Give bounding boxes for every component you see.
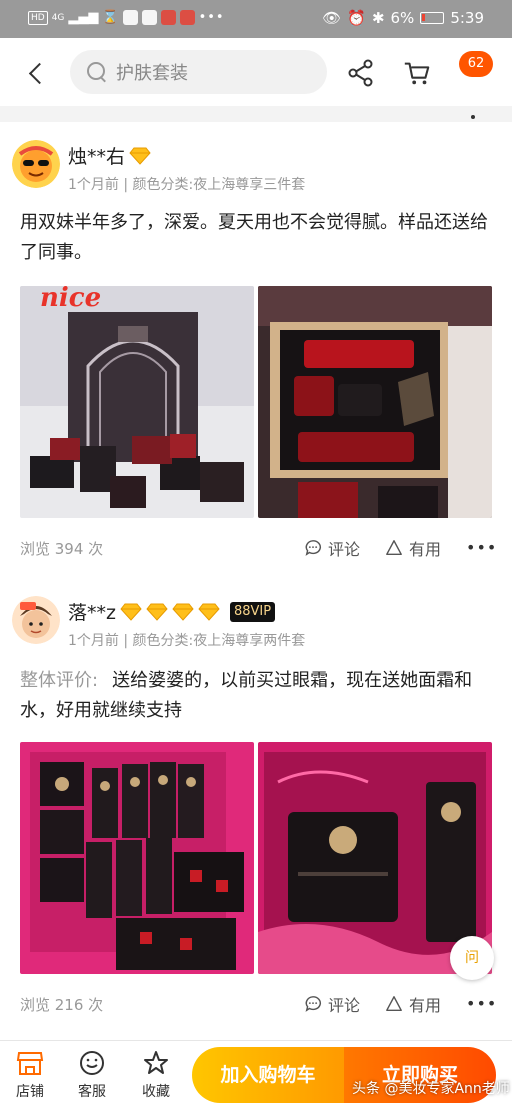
review-photo[interactable] bbox=[20, 742, 254, 974]
message-badge[interactable]: 62 bbox=[459, 51, 493, 77]
eye-icon: 👁 bbox=[322, 9, 342, 27]
signal-indicator: 4G bbox=[51, 12, 65, 23]
hd-indicator: HD bbox=[28, 10, 48, 25]
status-left: HD 4G ▂▄▆ ⌛ ••• bbox=[28, 10, 225, 25]
bluetooth-icon: ✱ bbox=[371, 9, 385, 27]
useful-icon bbox=[386, 996, 402, 1012]
status-right: 👁 ⏰ ✱ 6% 5:39 bbox=[322, 9, 484, 27]
reviewer-name-text: 落**z bbox=[68, 602, 116, 624]
comment-label: 评论 bbox=[328, 540, 361, 559]
more-dot bbox=[471, 115, 475, 119]
shop-label: 店铺 bbox=[16, 1084, 44, 1100]
view-count: 浏览 394 次 bbox=[20, 540, 104, 558]
diamond-icon bbox=[129, 147, 151, 165]
review-card: 烛**右 1个月前 | 颜色分类:夜上海尊享三件套 用双妹半年多了，深爱。夏天用… bbox=[0, 122, 512, 586]
review-photo[interactable] bbox=[258, 286, 492, 518]
review-photo[interactable]: nice bbox=[20, 286, 254, 518]
vip-badge: 88VIP bbox=[229, 601, 276, 622]
diamond-icon bbox=[120, 603, 142, 621]
ask-button[interactable]: 问 bbox=[450, 936, 494, 980]
comment-label: 评论 bbox=[328, 996, 361, 1015]
alarm-icon: ⏰ bbox=[347, 9, 366, 27]
top-navigation: 护肤套装 62 bbox=[0, 38, 512, 119]
shop-button[interactable]: 店铺 bbox=[10, 1049, 50, 1101]
battery-percent: 6% bbox=[390, 9, 415, 27]
diamond-icon bbox=[146, 603, 168, 621]
diamond-icon bbox=[198, 603, 220, 621]
shop-icon bbox=[16, 1052, 44, 1075]
overall-label: 整体评价: bbox=[20, 670, 99, 691]
avatar[interactable] bbox=[12, 140, 60, 188]
search-placeholder: 护肤套装 bbox=[116, 63, 188, 84]
more-options-icon[interactable]: ••• bbox=[466, 538, 497, 557]
useful-button[interactable]: 有用 bbox=[385, 536, 441, 560]
comment-icon bbox=[305, 996, 322, 1012]
more-notifications-icon: ••• bbox=[198, 10, 225, 25]
wechat-icon bbox=[122, 10, 138, 25]
comment-icon bbox=[305, 540, 322, 556]
favorite-label: 收藏 bbox=[142, 1084, 170, 1100]
review-photo[interactable] bbox=[258, 742, 492, 974]
comment-button[interactable]: 评论 bbox=[304, 536, 360, 560]
review-card: 落**z 88VIP 1个月前 | 颜色分类:夜上海尊享两件套 整体评价: 送给婆… bbox=[0, 578, 512, 1040]
app-icon bbox=[160, 10, 176, 25]
favorite-button[interactable]: 收藏 bbox=[136, 1049, 176, 1101]
battery-icon bbox=[420, 12, 445, 24]
huawei-icon bbox=[179, 10, 195, 25]
review-meta: 1个月前 | 颜色分类:夜上海尊享两件套 bbox=[68, 633, 306, 649]
status-bar: HD 4G ▂▄▆ ⌛ ••• 👁 ⏰ ✱ 6% 5:39 bbox=[0, 0, 512, 38]
search-icon bbox=[86, 61, 108, 83]
service-label: 客服 bbox=[78, 1084, 106, 1100]
cart-icon[interactable] bbox=[402, 58, 434, 88]
watermark: 头条 @美妆专家Ann老师 bbox=[352, 1081, 510, 1097]
signal-bars-icon: ▂▄▆ bbox=[68, 10, 99, 25]
chat-icon bbox=[141, 10, 157, 25]
star-icon bbox=[144, 1051, 168, 1074]
customer-service-icon bbox=[80, 1051, 104, 1075]
review-meta: 1个月前 | 颜色分类:夜上海尊享三件套 bbox=[68, 177, 306, 193]
more-options-icon[interactable]: ••• bbox=[466, 994, 497, 1013]
clock: 5:39 bbox=[450, 9, 484, 27]
photo-text: nice bbox=[40, 286, 101, 313]
add-to-cart-button[interactable]: 加入购物车 bbox=[192, 1047, 344, 1103]
avatar[interactable] bbox=[12, 596, 60, 644]
useful-button[interactable]: 有用 bbox=[385, 992, 441, 1016]
useful-label: 有用 bbox=[409, 540, 442, 559]
share-icon[interactable] bbox=[346, 58, 376, 88]
useful-label: 有用 bbox=[409, 996, 442, 1015]
reviewer-name: 落**z 88VIP bbox=[68, 598, 276, 625]
service-button[interactable]: 客服 bbox=[72, 1049, 112, 1101]
review-content: 用双妹半年多了，深爱。夏天用也不会觉得腻。样品还送给了同事。 bbox=[20, 212, 488, 263]
hourglass-icon: ⌛ bbox=[102, 10, 119, 25]
search-bar[interactable]: 护肤套装 bbox=[70, 50, 327, 94]
diamond-icon bbox=[172, 603, 194, 621]
reviewer-name: 烛**右 bbox=[68, 142, 151, 169]
review-content: 整体评价: 送给婆婆的，以前买过眼霜，现在送她面霜和水，好用就继续支持 bbox=[20, 666, 492, 726]
back-icon[interactable] bbox=[22, 54, 52, 90]
reviewer-name-text: 烛**右 bbox=[68, 146, 126, 168]
view-count: 浏览 216 次 bbox=[20, 996, 104, 1014]
comment-button[interactable]: 评论 bbox=[304, 992, 360, 1016]
useful-icon bbox=[386, 540, 402, 556]
